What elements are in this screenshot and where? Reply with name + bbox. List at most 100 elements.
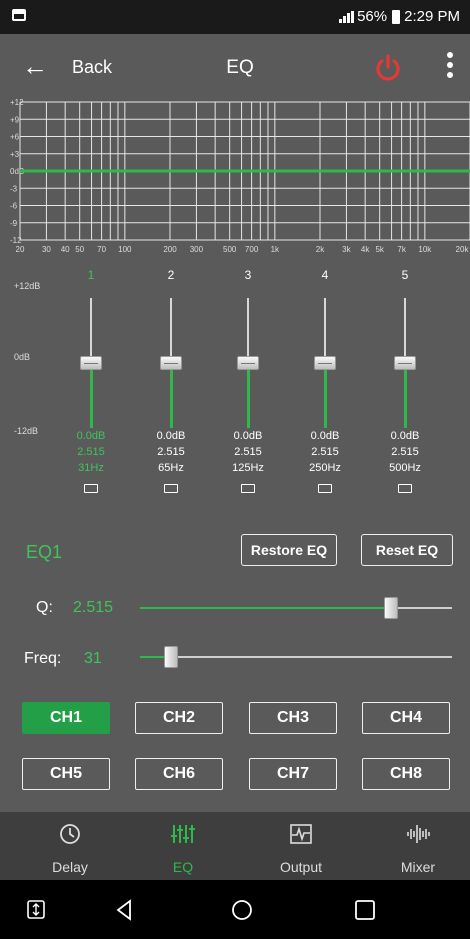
band-gain-slider[interactable] xyxy=(136,298,206,428)
clock-time: 2:29 PM xyxy=(404,8,460,25)
channel-button-ch5[interactable]: CH5 xyxy=(22,758,110,790)
back-button[interactable]: Back xyxy=(72,57,112,78)
graph-y-label: -3 xyxy=(10,184,18,193)
db-label-mid: 0dB xyxy=(14,352,31,362)
q-slider-handle[interactable] xyxy=(384,597,398,619)
waveform-icon xyxy=(407,825,430,843)
channel-button-ch1[interactable]: CH1 xyxy=(22,702,110,734)
graph-x-label: 7k xyxy=(397,245,406,254)
equalizer-icon xyxy=(171,825,195,843)
eq-band-5: 5 0.0dB 2.515 500Hz xyxy=(370,262,440,493)
band-gain-value: 0.0dB xyxy=(156,430,186,442)
graph-x-label: 300 xyxy=(190,245,204,254)
channel-button-ch2[interactable]: CH2 xyxy=(135,702,223,734)
band-gain-slider[interactable] xyxy=(213,298,283,428)
graph-x-label: 5k xyxy=(375,245,384,254)
band-gain-slider[interactable] xyxy=(370,298,440,428)
graph-x-label: 40 xyxy=(61,245,70,254)
channel-button-ch4[interactable]: CH4 xyxy=(362,702,450,734)
graph-x-label: 700 xyxy=(245,245,259,254)
band-gain-handle[interactable] xyxy=(80,356,102,370)
eq-band-3: 3 0.0dB 2.515 125Hz xyxy=(213,262,283,493)
band-frequency: 65Hz xyxy=(158,462,184,474)
nav-output[interactable]: Output xyxy=(251,812,351,880)
band-gain-slider[interactable] xyxy=(56,298,126,428)
channel-button-ch3[interactable]: CH3 xyxy=(249,702,337,734)
keyboard-switch-icon[interactable] xyxy=(27,900,45,919)
graph-y-label: -12 xyxy=(10,236,22,245)
bottom-nav: Delay EQ Output Mixer xyxy=(0,812,470,880)
graph-x-label: 50 xyxy=(75,245,84,254)
battery-icon xyxy=(392,9,401,24)
graph-x-label: 20 xyxy=(16,245,25,254)
band-gain-handle[interactable] xyxy=(314,356,336,370)
nav-label: Delay xyxy=(52,859,88,875)
band-q-value: 2.515 xyxy=(157,446,185,458)
back-arrow-icon[interactable]: ← xyxy=(22,52,48,80)
nav-label: Mixer xyxy=(400,859,436,875)
band-gain-handle[interactable] xyxy=(394,356,416,370)
graph-x-label: 10k xyxy=(418,245,432,254)
power-icon[interactable] xyxy=(372,52,404,84)
graph-y-label: +9 xyxy=(10,115,20,124)
graph-x-label: 70 xyxy=(97,245,106,254)
graph-x-label: 4k xyxy=(361,245,370,254)
band-bypass-checkbox[interactable] xyxy=(84,484,98,493)
nav-delay[interactable]: Delay xyxy=(20,812,120,880)
band-number[interactable]: 3 xyxy=(213,268,283,286)
band-frequency: 250Hz xyxy=(309,462,341,474)
graph-y-label: -9 xyxy=(10,219,18,228)
freq-slider-handle[interactable] xyxy=(164,646,178,668)
graph-x-label: 20k xyxy=(456,245,470,254)
status-right: 56% 2:29 PM xyxy=(339,8,460,25)
band-gain-handle[interactable] xyxy=(160,356,182,370)
eq-band-1: 1 0.0dB 2.515 31Hz xyxy=(56,262,126,493)
band-frequency: 125Hz xyxy=(232,462,264,474)
channel-button-ch8[interactable]: CH8 xyxy=(362,758,450,790)
notification-icon xyxy=(12,9,26,21)
nav-eq[interactable]: EQ xyxy=(133,812,233,880)
freq-value: 31 xyxy=(84,650,102,667)
band-bypass-checkbox[interactable] xyxy=(318,484,332,493)
graph-x-label: 2k xyxy=(316,245,325,254)
nav-label: Output xyxy=(279,859,323,875)
channel-button-ch6[interactable]: CH6 xyxy=(135,758,223,790)
band-gain-value: 0.0dB xyxy=(310,430,340,442)
band-gain-handle[interactable] xyxy=(237,356,259,370)
band-number[interactable]: 1 xyxy=(56,268,126,286)
recents-nav-icon[interactable] xyxy=(355,900,375,920)
band-number[interactable]: 2 xyxy=(136,268,206,286)
band-q-value: 2.515 xyxy=(77,446,105,458)
freq-slider[interactable] xyxy=(140,646,452,668)
band-gain-value: 0.0dB xyxy=(233,430,263,442)
eq-band-4: 4 0.0dB 2.515 250Hz xyxy=(290,262,360,493)
battery-percent: 56% xyxy=(357,8,388,25)
band-number[interactable]: 4 xyxy=(290,268,360,286)
back-nav-icon[interactable] xyxy=(116,899,131,921)
reset-eq-button[interactable]: Reset EQ xyxy=(361,534,453,566)
band-q-value: 2.515 xyxy=(391,446,419,458)
restore-eq-button[interactable]: Restore EQ xyxy=(241,534,337,566)
clock-icon xyxy=(60,824,80,844)
page-title: EQ xyxy=(226,57,254,78)
graph-y-label: -6 xyxy=(10,202,18,211)
band-bypass-checkbox[interactable] xyxy=(241,484,255,493)
graph-x-label: 100 xyxy=(118,245,132,254)
band-gain-slider[interactable] xyxy=(290,298,360,428)
band-gain-value: 0.0dB xyxy=(390,430,420,442)
eq-preset-name: EQ1 xyxy=(26,542,63,562)
graph-x-labels: 20 30 40 50 70 100 200 300 500 700 1k 2k 3k 4k 5k 7k 10k… xyxy=(16,245,470,254)
more-options-icon[interactable] xyxy=(446,52,454,82)
home-nav-icon[interactable] xyxy=(232,900,252,920)
q-value: 2.515 xyxy=(73,599,114,616)
q-slider[interactable] xyxy=(140,597,452,619)
band-bypass-checkbox[interactable] xyxy=(164,484,178,493)
nav-mixer[interactable]: Mixer xyxy=(368,812,468,880)
band-bypass-checkbox[interactable] xyxy=(398,484,412,493)
band-q-value: 2.515 xyxy=(311,446,339,458)
channel-button-ch7[interactable]: CH7 xyxy=(249,758,337,790)
system-nav-bar xyxy=(0,880,470,939)
band-number[interactable]: 5 xyxy=(370,268,440,286)
graph-x-label: 1k xyxy=(271,245,280,254)
output-wave-icon xyxy=(290,824,312,844)
